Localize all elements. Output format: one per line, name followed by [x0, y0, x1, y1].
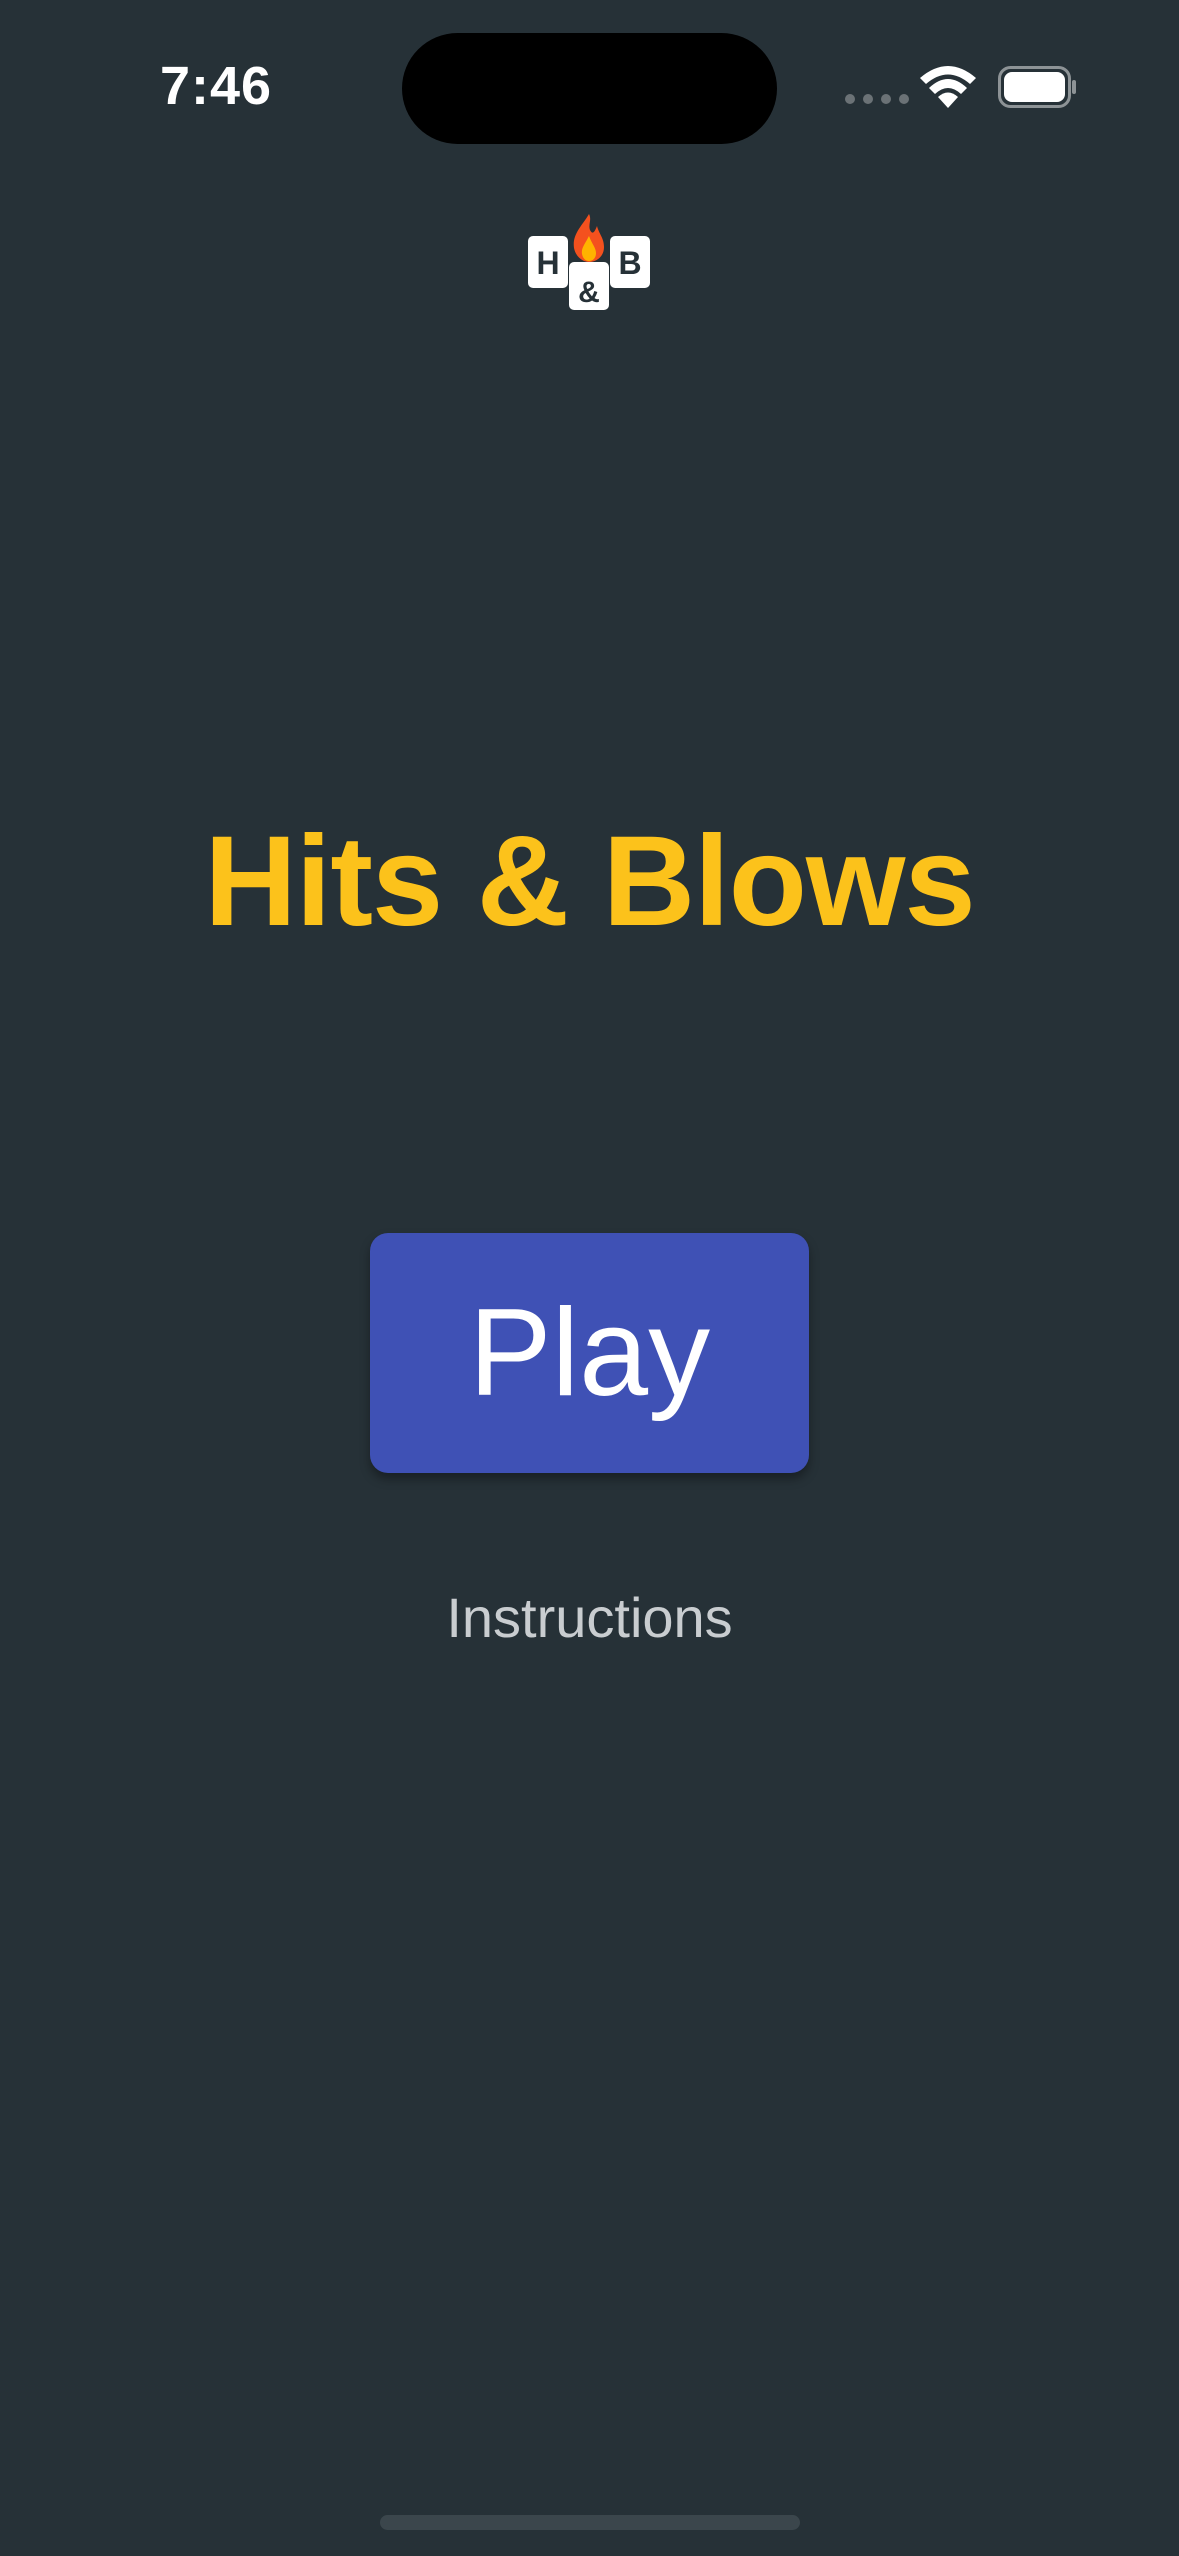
- logo-letter-b: B: [618, 245, 641, 281]
- wifi-icon: [920, 66, 976, 108]
- dynamic-island: [402, 33, 777, 144]
- play-button[interactable]: Play: [370, 1233, 809, 1473]
- cellular-signal-icon: [845, 94, 909, 104]
- app-logo: H B &: [528, 214, 650, 310]
- status-bar-time: 7:46: [160, 56, 273, 116]
- fire-icon: [573, 214, 604, 262]
- logo-letter-h: H: [536, 245, 559, 281]
- game-title: Hits & Blows: [204, 810, 975, 953]
- battery-icon: [998, 66, 1076, 108]
- instructions-link[interactable]: Instructions: [0, 1585, 1179, 1650]
- logo-letter-ampersand: &: [578, 276, 600, 309]
- home-indicator[interactable]: [380, 2515, 800, 2530]
